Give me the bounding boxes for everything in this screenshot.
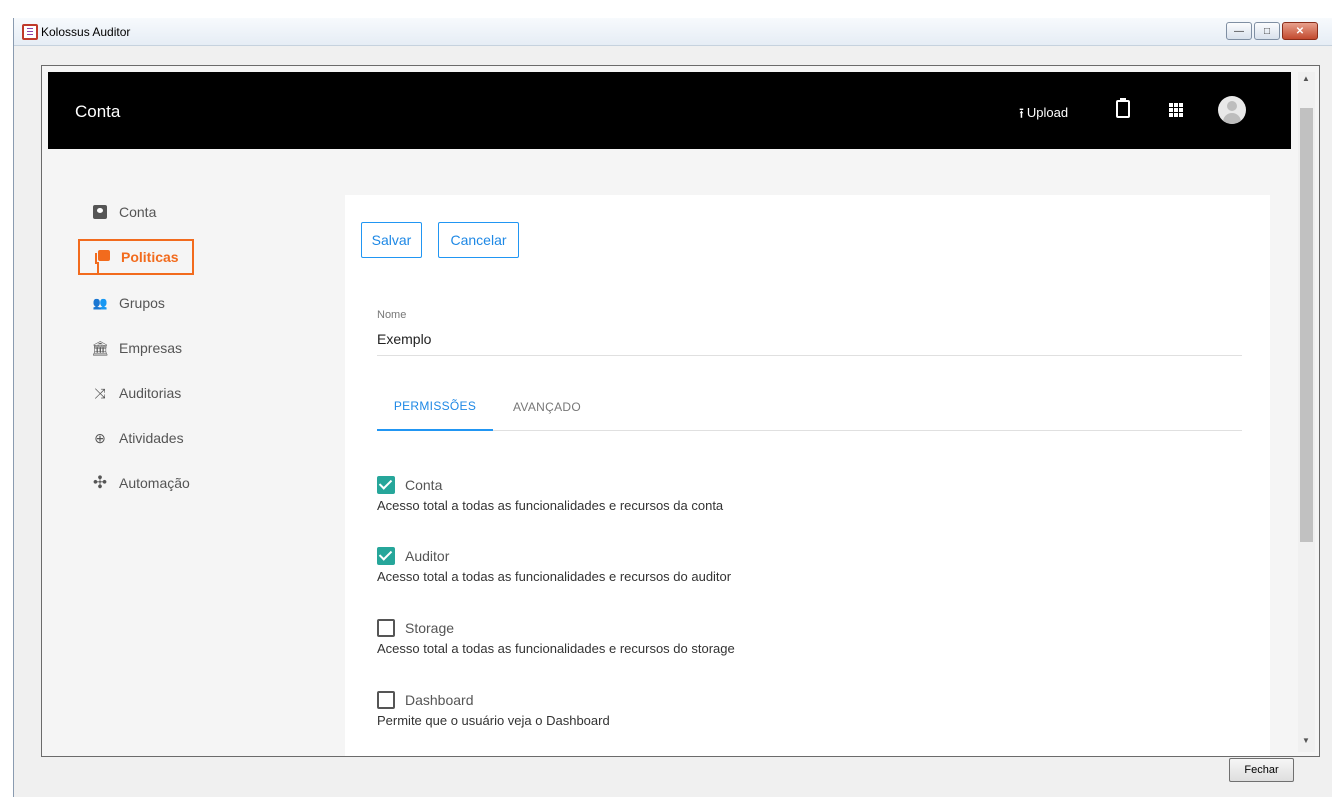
sidebar-item-automacao[interactable]: ✣ Automação bbox=[78, 465, 194, 501]
clipboard-icon[interactable] bbox=[1116, 98, 1130, 118]
maximize-button[interactable]: □ bbox=[1254, 22, 1280, 40]
minimize-button[interactable]: — bbox=[1226, 22, 1252, 40]
sidebar-item-empresas[interactable]: 🏛 Empresas bbox=[78, 330, 194, 366]
sidebar-item-politicas[interactable]: Politicas bbox=[78, 239, 194, 275]
permission-description: Permite que o usuário veja o Dashboard bbox=[377, 713, 610, 728]
people-icon: 👥 bbox=[92, 296, 108, 310]
sidebar-item-label: Automação bbox=[119, 475, 190, 491]
sidebar-item-auditorias[interactable]: ⤨ Auditorias bbox=[78, 375, 194, 411]
fan-icon: ✣ bbox=[92, 473, 108, 492]
permission-item-dashboard: Dashboard Permite que o usuário veja o D… bbox=[377, 690, 1077, 728]
maximize-icon: □ bbox=[1263, 25, 1271, 37]
sidebar-item-label: Empresas bbox=[119, 340, 183, 356]
scroll-up-arrow-icon[interactable]: ▲ bbox=[1302, 74, 1310, 83]
account-avatar-icon[interactable] bbox=[1218, 96, 1246, 124]
policy-form-card: Salvar Cancelar Nome Exemplo PERMISSÕES … bbox=[345, 195, 1270, 756]
permission-item-storage: Storage Acesso total a todas as funciona… bbox=[377, 618, 1077, 656]
permission-description: Acesso total a todas as funcionalidades … bbox=[377, 569, 732, 584]
window-title: Kolossus Auditor bbox=[41, 25, 131, 39]
name-field[interactable]: Exemplo bbox=[377, 331, 431, 347]
save-button[interactable]: Salvar bbox=[361, 222, 422, 258]
close-icon: ✕ bbox=[1295, 25, 1305, 37]
apps-grid-icon[interactable] bbox=[1169, 103, 1183, 117]
permission-item-auditor: Auditor Acesso total a todas as funciona… bbox=[377, 546, 1077, 584]
upload-label: Upload bbox=[1026, 105, 1069, 120]
scrollbar-thumb[interactable] bbox=[1300, 108, 1313, 542]
permission-description: Acesso total a todas as funcionalidades … bbox=[377, 641, 735, 656]
upload-icon: ⭱ bbox=[1019, 104, 1024, 121]
app-header: Conta ⭱ Upload bbox=[48, 72, 1291, 149]
permission-description: Acesso total a todas as funcionalidades … bbox=[377, 498, 724, 513]
library-books-icon bbox=[94, 250, 110, 264]
tab-bar: PERMISSÕES AVANÇADO bbox=[377, 383, 1242, 431]
app-window: Kolossus Auditor — □ ✕ Conta ⭱ Upload Co… bbox=[13, 18, 1332, 797]
search-zoom-icon: ⊕ bbox=[94, 429, 106, 446]
name-field-label: Nome bbox=[377, 309, 407, 321]
cancel-button[interactable]: Cancelar bbox=[438, 222, 519, 258]
sidebar-item-label: Politicas bbox=[121, 249, 179, 265]
permission-checkbox-storage[interactable] bbox=[377, 619, 395, 637]
bank-icon: 🏛 bbox=[91, 339, 109, 356]
sidebar-item-conta[interactable]: Conta bbox=[78, 194, 194, 230]
app-document-icon bbox=[22, 24, 38, 40]
permission-name: Storage bbox=[405, 620, 455, 636]
permission-name: Auditor bbox=[405, 548, 450, 564]
tab-permissoes[interactable]: PERMISSÕES bbox=[377, 383, 493, 431]
permission-checkbox-conta[interactable] bbox=[377, 476, 395, 494]
page-title: Conta bbox=[75, 102, 121, 121]
desktop-left-strip bbox=[0, 0, 6, 797]
sidebar-item-label: Grupos bbox=[119, 295, 165, 311]
tab-avancado[interactable]: AVANÇADO bbox=[497, 383, 597, 431]
permission-item-conta: Conta Acesso total a todas as funcionali… bbox=[377, 475, 1077, 513]
sidebar-item-label: Conta bbox=[119, 204, 157, 220]
close-dialog-button[interactable]: Fechar bbox=[1229, 758, 1294, 782]
sidebar-item-label: Atividades bbox=[119, 430, 184, 446]
sidebar-item-label: Auditorias bbox=[119, 385, 182, 401]
scroll-down-arrow-icon[interactable]: ▼ bbox=[1302, 736, 1310, 745]
upload-button[interactable]: ⭱ Upload bbox=[1019, 105, 1068, 120]
permission-name: Dashboard bbox=[405, 692, 474, 708]
account-box-icon bbox=[93, 205, 107, 219]
minimize-icon: — bbox=[1234, 25, 1244, 37]
shuffle-icon: ⤨ bbox=[94, 384, 106, 401]
permission-checkbox-auditor[interactable] bbox=[377, 547, 395, 565]
name-field-underline bbox=[377, 355, 1242, 356]
vertical-scrollbar[interactable]: ▲ ▼ bbox=[1298, 72, 1315, 752]
web-content-frame: Conta ⭱ Upload Conta Politicas 👥 Grupos … bbox=[41, 65, 1320, 757]
sidebar-item-grupos[interactable]: 👥 Grupos bbox=[78, 285, 194, 321]
window-titlebar[interactable]: Kolossus Auditor — □ ✕ bbox=[14, 18, 1332, 46]
close-window-button[interactable]: ✕ bbox=[1282, 22, 1318, 40]
permission-checkbox-dashboard[interactable] bbox=[377, 691, 395, 709]
permission-name: Conta bbox=[405, 477, 443, 493]
sidebar-item-atividades[interactable]: ⊕ Atividades bbox=[78, 420, 194, 456]
